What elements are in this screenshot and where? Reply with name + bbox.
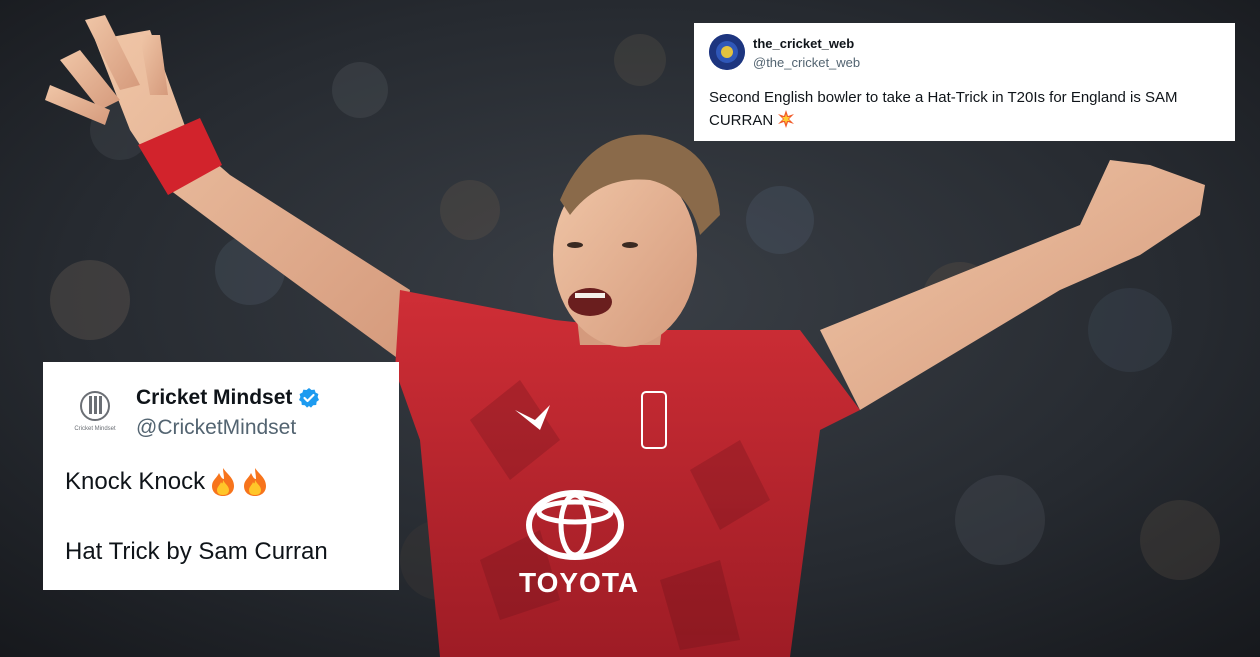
verified-badge-icon xyxy=(298,387,320,409)
shirt-sponsor-text: TOYOTA xyxy=(519,567,640,598)
avatar[interactable]: Cricket Mindset xyxy=(65,384,125,444)
tweet-card-cricket-mindset[interactable]: Cricket Mindset Cricket Mindset @Cricket… xyxy=(43,362,399,590)
avatar-caption: Cricket Mindset xyxy=(74,426,116,432)
tweet-line-1: Knock Knock xyxy=(65,467,269,497)
tweet-card-the-cricket-web[interactable]: the_cricket_web @the_cricket_web Second … xyxy=(694,23,1235,141)
tweet-text-line-1: Knock Knock xyxy=(65,468,206,495)
avatar[interactable] xyxy=(709,34,745,70)
author-handle[interactable]: @CricketMindset xyxy=(136,416,296,440)
tweet-text-line-2: Hat Trick by Sam Curran xyxy=(65,538,328,565)
author-name[interactable]: Cricket Mindset xyxy=(136,386,292,410)
author-handle[interactable]: @the_cricket_web xyxy=(753,55,860,70)
author-name[interactable]: the_cricket_web xyxy=(753,36,854,51)
collision-icon xyxy=(777,110,795,135)
author-name-row: Cricket Mindset xyxy=(136,386,320,410)
tweet-text: Second English bowler to take a Hat-Tric… xyxy=(709,86,1224,135)
fire-icon xyxy=(209,467,237,497)
fire-icon xyxy=(241,467,269,497)
